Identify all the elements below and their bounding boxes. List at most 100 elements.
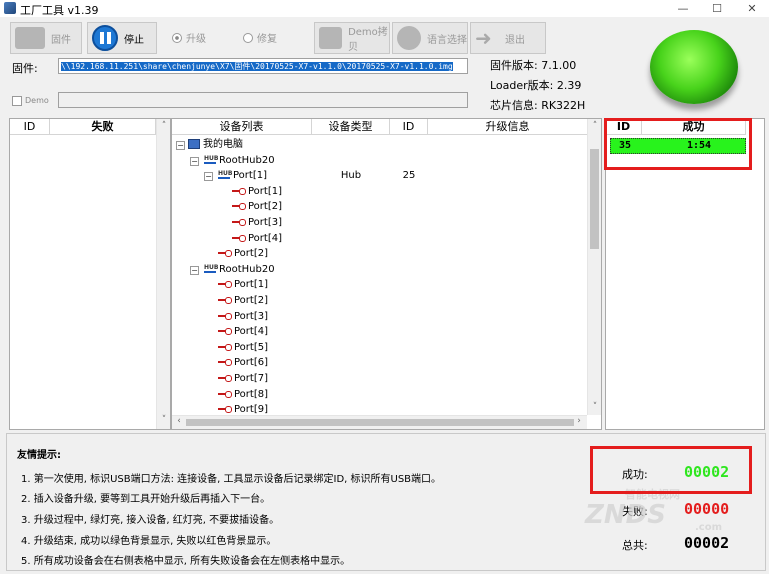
scroll-left-icon[interactable]: ‹ bbox=[172, 416, 186, 426]
tree-row[interactable]: Port[3] bbox=[172, 215, 587, 231]
pause-icon bbox=[92, 25, 118, 51]
tree-row[interactable]: Port[5] bbox=[172, 340, 587, 356]
scroll-up-icon[interactable]: ˄ bbox=[157, 121, 171, 131]
collapse-toggle-icon[interactable]: − bbox=[176, 141, 185, 150]
tree-row[interactable]: Port[2] bbox=[172, 293, 587, 309]
loader-version: Loader版本: 2.39 bbox=[490, 79, 582, 92]
window-title: 工厂工具 v1.39 bbox=[20, 4, 99, 17]
usb-port-icon bbox=[218, 312, 232, 320]
fail-table-scrollbar[interactable]: ˄ ˅ bbox=[156, 119, 170, 429]
tree-row[interactable]: Port[1] bbox=[172, 277, 587, 293]
tree-node-label: Port[2] bbox=[232, 199, 282, 215]
scroll-thumb[interactable] bbox=[590, 149, 599, 249]
tree-vscrollbar[interactable]: ˄ ˅ bbox=[587, 119, 601, 415]
tree-node-label: Port[1] bbox=[218, 277, 268, 293]
tree-row[interactable]: − HUBRootHub20 bbox=[172, 262, 587, 278]
usb-port-icon bbox=[232, 187, 246, 195]
exit-button[interactable]: ➜ 退出 bbox=[470, 22, 546, 54]
language-button-label: 语言选择 bbox=[427, 34, 467, 46]
tree-node-text: RootHub20 bbox=[219, 263, 275, 275]
collapse-toggle-icon[interactable]: − bbox=[190, 265, 199, 275]
tree-row[interactable]: − HUBRootHub20 bbox=[172, 153, 587, 169]
tip-item: 2. 插入设备升级, 要等到工具开始升级后再插入下一台。 bbox=[21, 494, 271, 505]
firmware-path: \\192.168.11.251\share\chenjunye\X7\固件\2… bbox=[61, 62, 453, 71]
tree-hscrollbar[interactable]: ‹ › bbox=[172, 415, 587, 429]
minimize-button[interactable]: — bbox=[666, 0, 700, 17]
firmware-version: 固件版本: 7.1.00 bbox=[490, 59, 577, 72]
tree-col-device-type[interactable]: 设备类型 bbox=[312, 119, 390, 135]
close-button[interactable]: ✕ bbox=[735, 0, 769, 17]
upgrade-radio-label: 升级 bbox=[186, 34, 206, 45]
total-count: 00002 bbox=[684, 534, 730, 552]
firmware-path-field[interactable]: \\192.168.11.251\share\chenjunye\X7\固件\2… bbox=[58, 58, 468, 74]
tree-node-label: 我的电脑 bbox=[188, 137, 243, 153]
tree-node-type: Hub bbox=[340, 170, 362, 182]
tree-row[interactable]: − 我的电脑 bbox=[172, 137, 587, 153]
maximize-button[interactable]: ☐ bbox=[700, 0, 734, 17]
tree-row[interactable]: − HUBPort[1] Hub 25 bbox=[172, 168, 587, 184]
usb-hub-icon: HUB bbox=[204, 154, 219, 164]
scroll-down-icon[interactable]: ˅ bbox=[157, 415, 171, 425]
tree-row[interactable]: Port[2] bbox=[172, 199, 587, 215]
tree-node-label: Port[3] bbox=[218, 309, 268, 325]
tree-row[interactable]: Port[4] bbox=[172, 231, 587, 247]
firmware-button[interactable]: 固件 bbox=[10, 22, 82, 54]
demo-path-field[interactable] bbox=[58, 92, 468, 108]
tree-node-label: Port[8] bbox=[218, 387, 268, 403]
fail-col-id[interactable]: ID bbox=[10, 119, 50, 135]
tip-item: 5. 所有成功设备会在右侧表格中显示, 所有失败设备会在左侧表格中显示。 bbox=[21, 556, 351, 567]
tree-row[interactable]: Port[7] bbox=[172, 371, 587, 387]
firmware-button-label: 固件 bbox=[51, 34, 71, 46]
demo-checkbox-label: Demo bbox=[25, 96, 49, 105]
tree-row[interactable]: Port[8] bbox=[172, 387, 587, 403]
tree-row[interactable]: Port[4] bbox=[172, 324, 587, 340]
tree-row[interactable]: Port[1] bbox=[172, 184, 587, 200]
tree-node-text: Port[4] bbox=[234, 326, 268, 338]
tree-col-id[interactable]: ID bbox=[390, 119, 428, 135]
tree-row[interactable]: Port[6] bbox=[172, 355, 587, 371]
scroll-right-icon[interactable]: › bbox=[572, 416, 586, 426]
tree-node-text: Port[5] bbox=[234, 341, 268, 353]
language-icon bbox=[397, 26, 421, 50]
app-icon bbox=[4, 2, 16, 14]
usb-port-icon bbox=[218, 390, 232, 398]
usb-port-icon bbox=[218, 281, 232, 289]
tree-node-label: Port[7] bbox=[218, 371, 268, 387]
demo-copy-button[interactable]: Demo拷贝 bbox=[314, 22, 390, 54]
fail-table[interactable]: ID 失败 ˄ ˅ bbox=[9, 118, 171, 430]
tip-item: 4. 升级结束, 成功以绿色背景显示, 失败以红色背景显示。 bbox=[21, 536, 277, 547]
collapse-toggle-icon[interactable]: − bbox=[204, 172, 213, 182]
upgrade-radio[interactable]: 升级 bbox=[172, 30, 206, 45]
tree-node-text: Port[1] bbox=[234, 279, 268, 291]
computer-icon bbox=[188, 139, 200, 149]
usb-port-icon bbox=[218, 328, 232, 336]
tips-title: 友情提示: bbox=[17, 450, 61, 461]
usb-port-icon bbox=[232, 234, 246, 242]
tree-row[interactable]: Port[3] bbox=[172, 309, 587, 325]
status-light-icon bbox=[650, 30, 738, 104]
tree-col-upgrade-info[interactable]: 升级信息 bbox=[428, 119, 588, 135]
scroll-down-icon[interactable]: ˅ bbox=[588, 402, 602, 412]
tree-node-label: Port[3] bbox=[232, 215, 282, 231]
stop-button[interactable]: 停止 bbox=[87, 22, 157, 54]
tip-item: 1. 第一次使用, 标识USB端口方法: 连接设备, 工具显示设备后记录绑定ID… bbox=[21, 474, 442, 485]
fail-count: 00000 bbox=[684, 500, 730, 518]
usb-port-icon bbox=[232, 219, 246, 226]
language-button[interactable]: 语言选择 bbox=[392, 22, 468, 54]
scroll-up-icon[interactable]: ˄ bbox=[588, 121, 602, 131]
radio-icon bbox=[243, 32, 253, 43]
usb-port-icon bbox=[218, 359, 232, 367]
hscroll-thumb[interactable] bbox=[186, 419, 574, 426]
collapse-toggle-icon[interactable]: − bbox=[190, 156, 199, 166]
tree-node-label: HUBRootHub20 bbox=[204, 153, 275, 169]
tree-col-device-list[interactable]: 设备列表 bbox=[172, 119, 312, 135]
fail-col-fail[interactable]: 失败 bbox=[50, 119, 156, 135]
demo-checkbox[interactable] bbox=[12, 96, 22, 106]
device-tree[interactable]: 设备列表 设备类型 ID 升级信息 − 我的电脑 − HUBRootHub20− HUB… bbox=[171, 118, 602, 430]
watermark-suffix: .com bbox=[695, 522, 723, 533]
tree-row[interactable]: Port[2] bbox=[172, 246, 587, 262]
repair-radio[interactable]: 修复 bbox=[243, 30, 277, 45]
usb-hub-icon: HUB bbox=[204, 263, 219, 273]
repair-radio-label: 修复 bbox=[257, 34, 277, 45]
exit-arrow-icon: ➜ bbox=[475, 26, 492, 50]
